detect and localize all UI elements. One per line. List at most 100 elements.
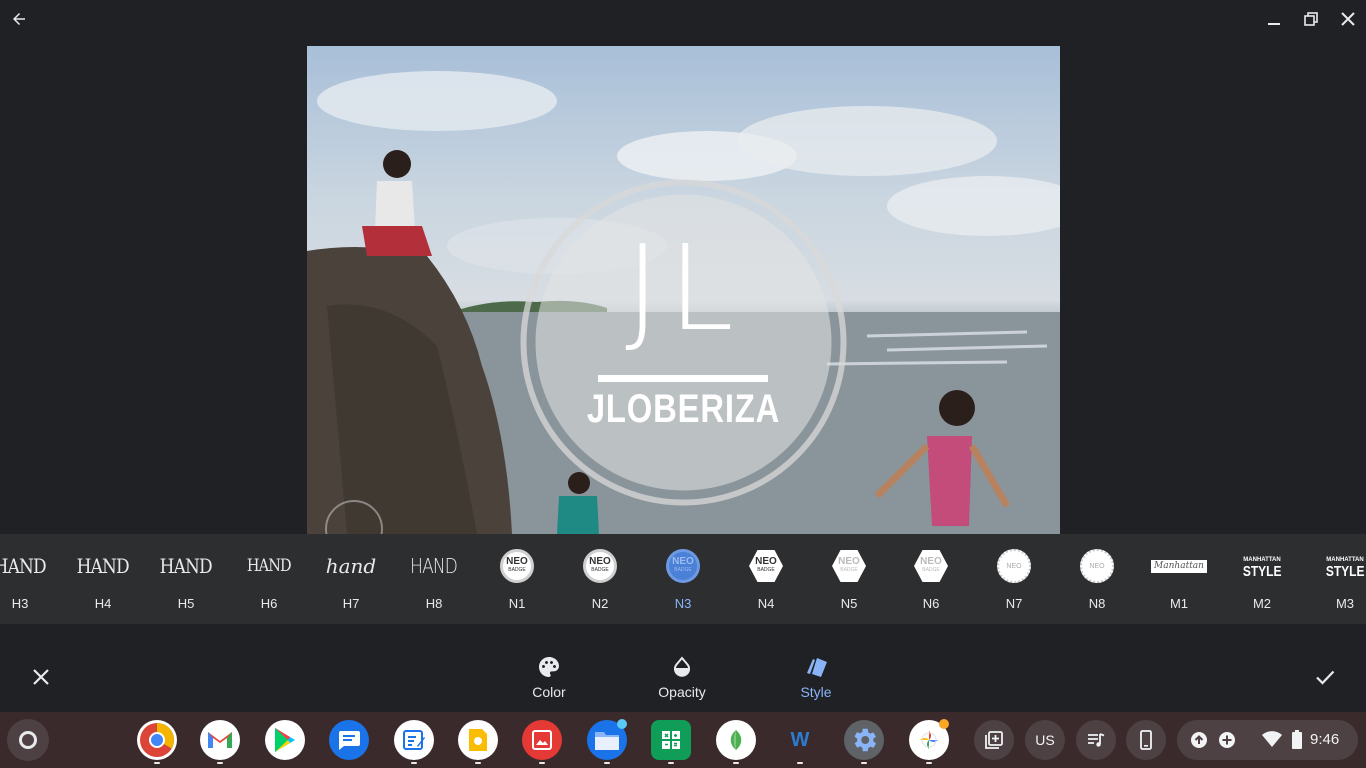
gmail-app[interactable]: [200, 720, 240, 760]
gmail-icon: [208, 732, 232, 748]
confirm-button[interactable]: [1302, 654, 1348, 700]
tab-opacity[interactable]: Opacity: [637, 652, 727, 708]
style-thumb-manhattan: MANHATTAN STYLE: [1242, 557, 1282, 580]
style-item-n5[interactable]: NEO BADGE N5: [809, 534, 889, 624]
style-thumb-neo-circle: NEO BADGE: [477, 546, 557, 586]
style-strip[interactable]: HAND H3 HAND H4 HAND H5 HAND H6 hand H7 …: [0, 534, 1366, 624]
launcher-button[interactable]: [7, 719, 49, 761]
docs-edit-app[interactable]: [394, 720, 434, 760]
restore-button[interactable]: [1292, 0, 1330, 38]
style-item-h7[interactable]: hand H7: [311, 534, 391, 624]
status-tray[interactable]: 9:46: [1177, 720, 1358, 760]
style-item-n1[interactable]: NEO BADGE N1: [477, 534, 557, 624]
word-app[interactable]: W: [780, 720, 820, 760]
style-item-n8[interactable]: NEO N8: [1057, 534, 1137, 624]
notification-dot: [939, 719, 949, 729]
launcher-icon: [19, 731, 37, 749]
media-controls-button[interactable]: [1076, 720, 1116, 760]
wifi-icon: [1262, 731, 1282, 747]
settings-app[interactable]: [844, 720, 884, 760]
cancel-button[interactable]: [18, 654, 64, 700]
style-item-h3[interactable]: HAND H3: [0, 534, 60, 624]
style-thumb-neo-star: NEO: [974, 546, 1054, 586]
style-label: N4: [757, 596, 775, 611]
style-label: H5: [177, 596, 195, 611]
play-store-app[interactable]: [265, 720, 305, 760]
style-thumb-hand: HAND: [247, 556, 292, 576]
style-label: N7: [1005, 596, 1023, 611]
style-item-m2[interactable]: MANHATTAN STYLE M2: [1222, 534, 1302, 624]
style-label: N8: [1088, 596, 1106, 611]
style-item-h5[interactable]: HAND H5: [146, 534, 226, 624]
style-item-n2[interactable]: NEO BADGE N2: [560, 534, 640, 624]
photo-editor-window: JL JLOBERIZA HAND H3 HAND H4 HAND H5 HAN…: [0, 0, 1366, 768]
clipboard-button[interactable]: [974, 720, 1014, 760]
tab-color[interactable]: Color: [504, 652, 594, 708]
ime-menu-button[interactable]: US: [1025, 720, 1065, 760]
snapseed-app[interactable]: [716, 720, 756, 760]
style-thumb-neo-circle-selected: NEO BADGE: [643, 546, 723, 586]
sheets-app[interactable]: [651, 720, 691, 760]
minimize-button[interactable]: [1255, 0, 1293, 38]
back-button[interactable]: [0, 0, 38, 38]
files-app[interactable]: [587, 719, 627, 760]
battery-icon: [1292, 730, 1302, 749]
style-thumb-hand: HAND: [76, 554, 130, 578]
style-label: H7: [342, 596, 360, 611]
close-icon: [1341, 12, 1355, 26]
style-item-h4[interactable]: HAND H4: [63, 534, 143, 624]
watermark-name: JLOBERIZA: [586, 387, 781, 431]
style-label: H6: [260, 596, 278, 611]
add-icon: [1219, 732, 1235, 748]
clipboard-icon: [985, 731, 1003, 749]
photo-preview: JL JLOBERIZA: [307, 46, 1060, 534]
restore-icon: [1304, 12, 1318, 26]
style-item-m3[interactable]: MANHATTAN STYLE M3: [1305, 534, 1366, 624]
word-icon: W: [790, 728, 810, 751]
check-icon: [1316, 670, 1335, 685]
style-thumb-hand: HAND: [0, 554, 47, 578]
upload-icon: [1191, 732, 1207, 748]
files-icon: [595, 732, 619, 750]
minimize-icon: [1268, 23, 1280, 25]
style-thumb-neo-hex: NEO BADGE: [891, 546, 971, 586]
style-item-h6[interactable]: HAND H6: [229, 534, 309, 624]
style-label: N6: [922, 596, 940, 611]
style-item-n3[interactable]: NEO BADGE N3: [643, 534, 723, 624]
style-item-n7[interactable]: NEO N7: [974, 534, 1054, 624]
close-button[interactable]: [1329, 0, 1366, 38]
style-thumb-neo-hex: NEO BADGE: [809, 546, 889, 586]
style-label: H3: [11, 596, 29, 611]
style-item-n6[interactable]: NEO BADGE N6: [891, 534, 971, 624]
tab-style[interactable]: Style: [771, 652, 861, 708]
style-item-m1[interactable]: Manhattan M1: [1139, 534, 1219, 624]
messages-app[interactable]: [329, 720, 369, 760]
photos-app[interactable]: [909, 719, 949, 760]
phone-hub-button[interactable]: [1126, 720, 1166, 760]
edit-toolbar: Color Opacity Style: [0, 624, 1366, 712]
keep-icon: [469, 729, 487, 751]
chrome-app[interactable]: [137, 720, 177, 760]
watermark-badge[interactable]: JL JLOBERIZA: [520, 179, 847, 506]
style-thumb-manhattan: MANHATTAN STYLE: [1325, 557, 1365, 580]
keep-app[interactable]: [458, 720, 498, 760]
style-item-n4[interactable]: NEO BADGE N4: [726, 534, 806, 624]
arrow-back-icon: [13, 13, 25, 25]
snapseed-icon: [730, 730, 742, 750]
style-thumb-manhattan: Manhattan: [1139, 546, 1219, 586]
style-label: N1: [508, 596, 526, 611]
style-label: M3: [1335, 596, 1355, 611]
style-thumb-neo-hex: NEO BADGE: [726, 546, 806, 586]
style-item-h8[interactable]: HAND H8: [394, 534, 474, 624]
notification-dot: [617, 719, 627, 729]
style-thumb-neo-star: NEO: [1057, 546, 1137, 586]
clock-time: 9:46: [1310, 731, 1340, 748]
style-thumb-hand-script: hand: [325, 554, 377, 578]
style-label: H8: [425, 596, 443, 611]
phone-icon: [1140, 730, 1152, 750]
shelf: W US 9:46: [0, 712, 1366, 768]
palette-icon: [539, 657, 559, 677]
chrome-icon: [140, 723, 174, 757]
gallery-icon: [532, 730, 552, 750]
gallery-app[interactable]: [522, 720, 562, 760]
